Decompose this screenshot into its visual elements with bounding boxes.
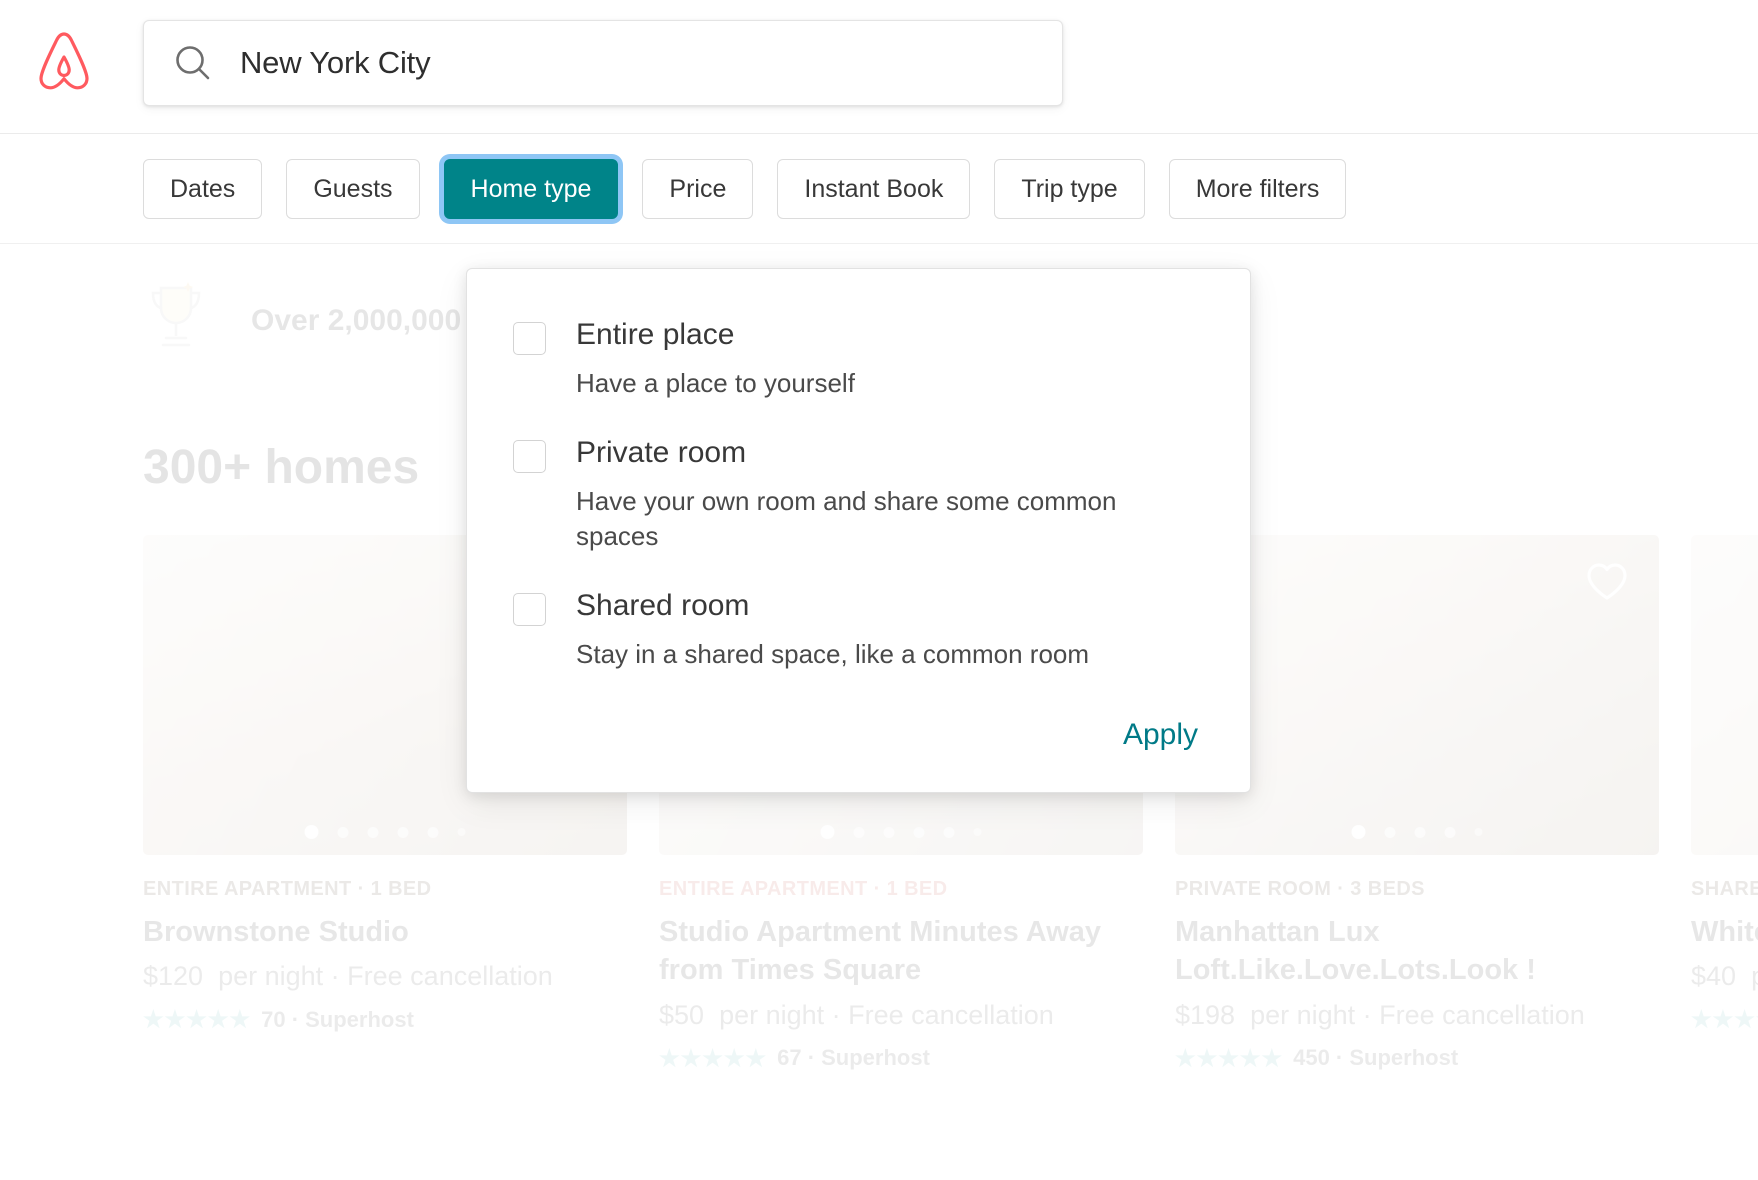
listing-price-detail: per night · Free cancellation <box>218 961 553 991</box>
filter-bar: Dates Guests Home type Price Instant Boo… <box>0 134 1758 244</box>
listing-meta: ENTIRE APARTMENT · 1 BED <box>143 878 627 901</box>
carousel-dot[interactable] <box>1475 828 1483 836</box>
carousel-dot[interactable] <box>305 825 319 839</box>
results-count-heading: 300+ homes <box>143 440 419 495</box>
site-header: New York City <box>0 0 1758 134</box>
search-icon <box>172 42 214 84</box>
listing-reviews: 70 · Superhost <box>261 1007 414 1033</box>
listing-price: $120 per night · Free cancellation <box>143 961 627 992</box>
listing-price: $50 per night · Free cancellation <box>659 1000 1143 1031</box>
home-type-option-entire-place[interactable]: Entire place Have a place to yourself <box>513 317 1204 401</box>
carousel-dot[interactable] <box>1385 827 1396 838</box>
photo-overlay <box>1691 535 1758 855</box>
listing-title: White cozy one stop <box>1691 913 1758 951</box>
carousel-dot[interactable] <box>854 827 865 838</box>
checkbox-entire-place[interactable] <box>513 322 546 355</box>
listing-title: Studio Apartment Minutes Away from Times… <box>659 913 1143 990</box>
home-type-dropdown-panel: Entire place Have a place to yourself Pr… <box>466 268 1251 793</box>
star-rating-icon: ★★★★★ <box>143 1006 251 1033</box>
listing-price-amount: $120 <box>143 961 203 991</box>
listing-meta: ENTIRE APARTMENT · 1 BED <box>659 878 1143 901</box>
listing-price: $198 per night · Free cancellation <box>1175 1000 1659 1031</box>
photo-carousel-dots[interactable] <box>305 825 466 839</box>
carousel-dot[interactable] <box>821 825 835 839</box>
checkbox-shared-room[interactable] <box>513 593 546 626</box>
home-type-option-shared-room[interactable]: Shared room Stay in a shared space, like… <box>513 588 1204 672</box>
star-rating-icon: ★★★★★ <box>1691 1006 1758 1033</box>
heart-icon[interactable] <box>1583 557 1631 605</box>
photo-carousel-dots[interactable] <box>1352 825 1483 839</box>
listing-meta: PRIVATE ROOM · 3 BEDS <box>1175 878 1659 901</box>
option-label: Private room <box>576 435 746 471</box>
listing-price-detail: per night · Free cancellation <box>1751 961 1758 991</box>
listing-price-amount: $198 <box>1175 1000 1235 1030</box>
listing-rating: ★★★★★ 70 · Superhost <box>143 1006 627 1033</box>
search-query-text: New York City <box>240 45 430 81</box>
carousel-dot[interactable] <box>974 828 982 836</box>
listing-title: Brownstone Studio <box>143 913 627 951</box>
trophy-icon <box>143 280 209 361</box>
listing-photo[interactable] <box>1691 535 1758 855</box>
search-input[interactable]: New York City <box>143 20 1063 106</box>
carousel-dot[interactable] <box>368 827 379 838</box>
home-type-option-private-room[interactable]: Private room Have your own room and shar… <box>513 435 1204 554</box>
carousel-dot[interactable] <box>1415 827 1426 838</box>
carousel-dot[interactable] <box>944 827 955 838</box>
listing-reviews: 67 · Superhost <box>777 1045 930 1071</box>
listing-price-amount: $50 <box>659 1000 704 1030</box>
listing-meta: SHARED ROOM · 1 BED <box>1691 878 1758 901</box>
filter-guests-button[interactable]: Guests <box>286 159 419 219</box>
checkbox-private-room[interactable] <box>513 440 546 473</box>
option-description: Have a place to yourself <box>576 366 1176 401</box>
listing-title: Manhattan Lux Loft.Like.Love.Lots.Look ! <box>1175 913 1659 990</box>
photo-carousel-dots[interactable] <box>821 825 982 839</box>
filter-instant-book-button[interactable]: Instant Book <box>777 159 970 219</box>
carousel-dot[interactable] <box>914 827 925 838</box>
filter-price-button[interactable]: Price <box>642 159 753 219</box>
carousel-dot[interactable] <box>1352 825 1366 839</box>
listing-price-amount: $40 <box>1691 961 1736 991</box>
carousel-dot[interactable] <box>428 827 439 838</box>
listing-reviews: 450 · Superhost <box>1293 1045 1458 1071</box>
listing-rating: ★★★★★ 67 · Superhost <box>659 1045 1143 1072</box>
filter-dates-button[interactable]: Dates <box>143 159 262 219</box>
listing-price-detail: per night · Free cancellation <box>719 1000 1054 1030</box>
star-rating-icon: ★★★★★ <box>1175 1045 1283 1072</box>
carousel-dot[interactable] <box>458 828 466 836</box>
carousel-dot[interactable] <box>338 827 349 838</box>
option-label: Entire place <box>576 317 734 353</box>
listing-rating: ★★★★★ 12 · Superhost <box>1691 1006 1758 1033</box>
panel-footer: Apply <box>513 706 1204 756</box>
listing-rating: ★★★★★ 450 · Superhost <box>1175 1045 1659 1072</box>
star-rating-icon: ★★★★★ <box>659 1045 767 1072</box>
filter-home-type-button[interactable]: Home type <box>444 159 619 219</box>
filter-more-filters-button[interactable]: More filters <box>1169 159 1347 219</box>
option-label: Shared room <box>576 588 749 624</box>
listing-card[interactable]: SHARED ROOM · 1 BED White cozy one stop … <box>1691 535 1758 1072</box>
listing-price: $40 per night · Free cancellation <box>1691 961 1758 992</box>
apply-button[interactable]: Apply <box>1121 714 1200 756</box>
carousel-dot[interactable] <box>398 827 409 838</box>
airbnb-belo-logo[interactable] <box>35 30 93 92</box>
carousel-dot[interactable] <box>884 827 895 838</box>
option-description: Stay in a shared space, like a common ro… <box>576 637 1176 672</box>
filter-trip-type-button[interactable]: Trip type <box>994 159 1144 219</box>
carousel-dot[interactable] <box>1445 827 1456 838</box>
option-description: Have your own room and share some common… <box>576 484 1176 554</box>
listing-price-detail: per night · Free cancellation <box>1250 1000 1585 1030</box>
